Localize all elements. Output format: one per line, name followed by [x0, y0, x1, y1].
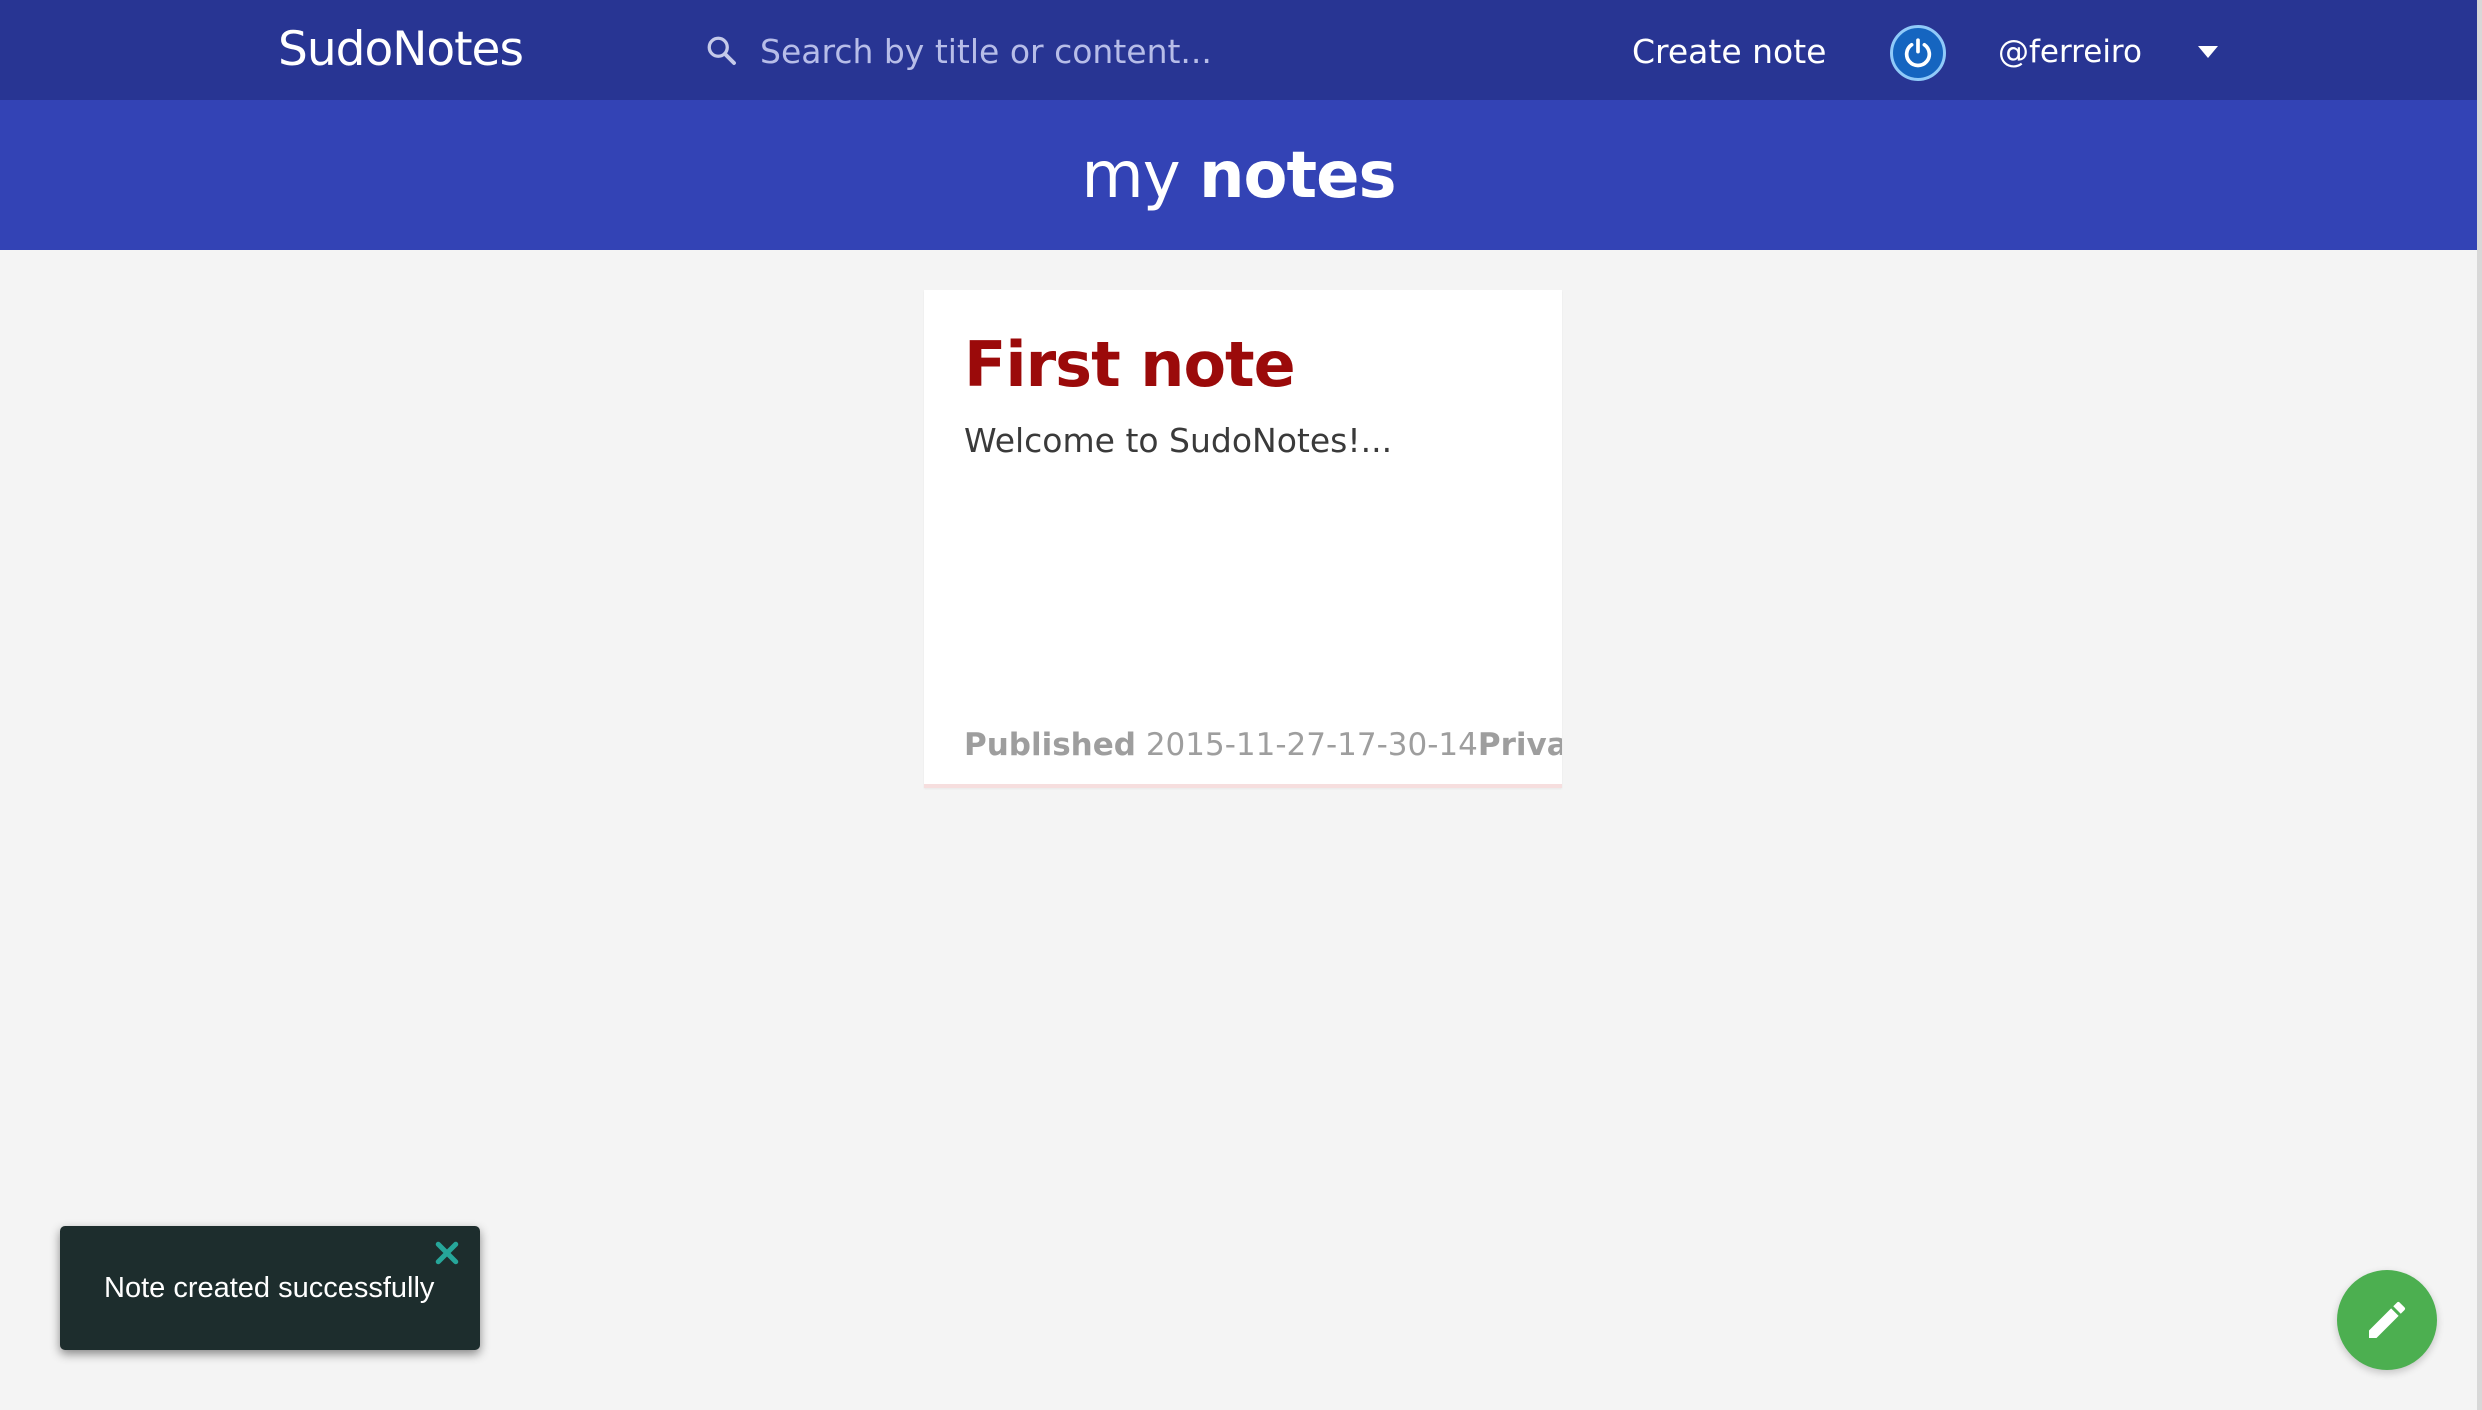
- scrollbar[interactable]: [2477, 0, 2482, 1410]
- brand-logo[interactable]: SudoNotes: [278, 22, 524, 78]
- search-icon: [704, 33, 740, 69]
- visibility-label: Private-: [1477, 727, 1562, 763]
- toast-notification: Note created successfully: [60, 1226, 480, 1350]
- note-title[interactable]: First note: [964, 328, 1296, 402]
- search-bar: [700, 24, 1600, 78]
- caret-down-icon[interactable]: [2198, 46, 2218, 58]
- published-label: Published: [964, 727, 1136, 763]
- top-navbar: SudoNotes Create note @ferreiro: [0, 0, 2477, 100]
- note-excerpt: Welcome to SudoNotes!...: [964, 421, 1393, 460]
- page-title-light: my: [1081, 139, 1180, 213]
- page-title: my notes: [0, 138, 2477, 214]
- page: SudoNotes Create note @ferreiro: [0, 0, 2482, 1410]
- create-note-link[interactable]: Create note: [1632, 28, 1827, 76]
- close-icon[interactable]: [432, 1238, 462, 1268]
- avatar[interactable]: [1890, 25, 1946, 81]
- new-note-fab[interactable]: [2337, 1270, 2437, 1370]
- toast-message: Note created successfully: [104, 1272, 435, 1304]
- note-card[interactable]: First note Welcome to SudoNotes!... Publ…: [924, 290, 1562, 788]
- page-title-bold: notes: [1198, 139, 1397, 213]
- page-header: my notes: [0, 100, 2477, 250]
- note-footer: Published 2015-11-27-17-30-14Private-: [964, 724, 1562, 766]
- username-menu[interactable]: @ferreiro: [1998, 30, 2142, 74]
- published-date: 2015-11-27-17-30-14: [1145, 727, 1478, 763]
- search-input[interactable]: [760, 24, 1580, 78]
